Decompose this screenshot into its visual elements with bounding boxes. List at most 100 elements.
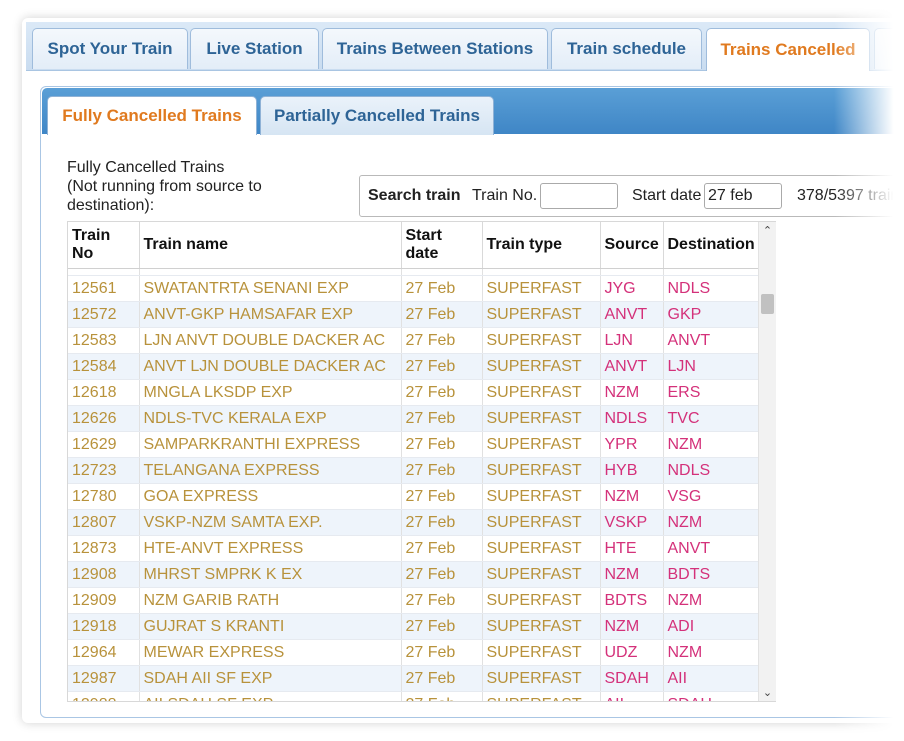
- cell-train-no: 12807: [68, 509, 140, 536]
- table-row[interactable]: 12572 ANVT-GKP HAMSAFAR EXP 27 Feb SUPERFAS…: [68, 301, 761, 328]
- table-row[interactable]: 12909 NZM GARIB RATH 27 Feb SUPERFAST BDTS NZ…: [68, 587, 761, 614]
- table-row[interactable]: 12873 HTE-ANVT EXPRESS 27 Feb SUPERFAST HTE A…: [68, 535, 761, 562]
- section-heading: Fully Cancelled Trains (Not running from…: [67, 158, 307, 215]
- cell-destination: ERS: [663, 379, 761, 406]
- cell-destination: GKP: [663, 301, 761, 328]
- cell-train-type: SUPERFAST: [482, 353, 601, 380]
- table-row[interactable]: 12629 SAMPARKRANTHI EXPRESS 27 Feb SUPERFAS…: [68, 431, 761, 458]
- cell-train-type: SUPERFAST: [482, 275, 601, 302]
- table-row[interactable]: 12908 MHRST SMPRK K EX 27 Feb SUPERFAST NZM B…: [68, 561, 761, 588]
- table-row[interactable]: 12561 SWATANTRTA SENANI EXP 27 Feb SUPERFAS…: [68, 275, 761, 302]
- cell-start-date: 27 Feb: [401, 275, 483, 302]
- table-row[interactable]: 12780 GOA EXPRESS 27 Feb SUPERFAST NZM VSG: [68, 483, 761, 510]
- train-no-label: Train No.: [472, 187, 538, 204]
- cell-destination: NZM: [663, 431, 761, 458]
- tab-next-partial[interactable]: [874, 28, 904, 69]
- cell-train-no: 12584: [68, 353, 140, 380]
- cell-train-type: SUPERFAST: [482, 457, 601, 484]
- start-date-label: Start date: [632, 187, 702, 204]
- cell-train-no: 12909: [68, 587, 140, 614]
- table-row[interactable]: 12626 NDLS-TVC KERALA EXP 27 Feb SUPERFAST N…: [68, 405, 761, 432]
- cell-train-type: SUPERFAST: [482, 483, 601, 510]
- cell-train-name: MEWAR EXPRESS: [139, 639, 402, 666]
- start-date-input[interactable]: [704, 183, 782, 209]
- col-header-source[interactable]: Source: [600, 222, 664, 269]
- table-row[interactable]: 12618 MNGLA LKSDP EXP 27 Feb SUPERFAST NZM ER…: [68, 379, 761, 406]
- train-count: 378/5397 trains: [797, 187, 904, 204]
- cell-source: SDAH: [600, 665, 664, 692]
- table-row[interactable]: 12583 LJN ANVT DOUBLE DACKER AC 27 Feb SUPE…: [68, 327, 761, 354]
- cell-train-name: HTE-ANVT EXPRESS: [139, 535, 402, 562]
- cell-destination: ANVT: [663, 327, 761, 354]
- cell-train-type: SUPERFAST: [482, 639, 601, 666]
- tab-train-schedule[interactable]: Train schedule: [551, 28, 702, 69]
- table-row[interactable]: 12918 GUJRAT S KRANTI 27 Feb SUPERFAST NZM AD…: [68, 613, 761, 640]
- cell-start-date: 27 Feb: [401, 561, 483, 588]
- cell-source: YPR: [600, 431, 664, 458]
- cell-train-type: SUPERFAST: [482, 691, 601, 701]
- tab-partially-cancelled[interactable]: Partially Cancelled Trains: [260, 96, 494, 135]
- col-header-train-no[interactable]: Train No: [68, 222, 140, 269]
- cell-destination: ADI: [663, 613, 761, 640]
- cell-train-no: 12572: [68, 301, 140, 328]
- tab-trains-between-stations[interactable]: Trains Between Stations: [322, 28, 548, 69]
- cell-train-no: 12629: [68, 431, 140, 458]
- cell-train-no: 12583: [68, 327, 140, 354]
- cell-train-no: 12987: [68, 665, 140, 692]
- col-header-destination[interactable]: Destination: [663, 222, 761, 269]
- scroll-down-icon[interactable]: ⌄: [759, 684, 776, 701]
- cell-destination: NZM: [663, 509, 761, 536]
- tab-spot-your-train[interactable]: Spot Your Train: [32, 28, 188, 69]
- cell-train-no: 12780: [68, 483, 140, 510]
- cell-train-name: TELANGANA EXPRESS: [139, 457, 402, 484]
- cell-train-name: NZM GARIB RATH: [139, 587, 402, 614]
- col-header-train-type[interactable]: Train type: [482, 222, 601, 269]
- cell-destination: SDAH: [663, 691, 761, 701]
- tab-fully-cancelled[interactable]: Fully Cancelled Trains: [47, 96, 257, 135]
- scroll-up-icon[interactable]: ⌃: [759, 222, 776, 239]
- cell-train-name: NDLS-TVC KERALA EXP: [139, 405, 402, 432]
- col-header-train-name[interactable]: Train name: [139, 222, 402, 269]
- cell-train-type: SUPERFAST: [482, 587, 601, 614]
- cell-start-date: 27 Feb: [401, 379, 483, 406]
- cell-train-type: SUPERFAST: [482, 509, 601, 536]
- cell-source: NZM: [600, 561, 664, 588]
- cell-source: HYB: [600, 457, 664, 484]
- table-row[interactable]: 12807 VSKP-NZM SAMTA EXP. 27 Feb SUPERFAST V…: [68, 509, 761, 536]
- table-row[interactable]: 12964 MEWAR EXPRESS 27 Feb SUPERFAST UDZ NZM: [68, 639, 761, 666]
- cell-source: AII: [600, 691, 664, 701]
- table-header-row: Train No Train name Start date Train typ…: [68, 222, 761, 269]
- cell-train-no: 12988: [68, 691, 140, 701]
- cell-train-name: SWATANTRTA SENANI EXP: [139, 275, 402, 302]
- col-header-start-date[interactable]: Start date: [401, 222, 483, 269]
- cell-destination: TVC: [663, 405, 761, 432]
- cell-source: ANVT: [600, 353, 664, 380]
- cell-destination: NZM: [663, 587, 761, 614]
- table-row[interactable]: 12584 ANVT LJN DOUBLE DACKER AC 27 Feb SUPE…: [68, 353, 761, 380]
- table-row[interactable]: 12987 SDAH AII SF EXP 27 Feb SUPERFAST SDAH A…: [68, 665, 761, 692]
- cell-source: JYG: [600, 275, 664, 302]
- cell-train-name: SAMPARKRANTHI EXPRESS: [139, 431, 402, 458]
- table-scrollbar[interactable]: ⌃ ⌄: [758, 222, 776, 701]
- cell-train-type: SUPERFAST: [482, 431, 601, 458]
- cell-source: NZM: [600, 379, 664, 406]
- cell-train-type: SUPERFAST: [482, 327, 601, 354]
- scroll-thumb[interactable]: [761, 294, 774, 314]
- table-row[interactable]: 12988AII SDAH SF EXP27 FebSUPERFASTAIISD…: [68, 691, 761, 701]
- tab-live-station[interactable]: Live Station: [190, 28, 319, 69]
- search-train-label: Search train: [368, 187, 461, 204]
- train-no-input[interactable]: [540, 183, 618, 209]
- cell-destination: ANVT: [663, 535, 761, 562]
- table-row[interactable]: 12723 TELANGANA EXPRESS 27 Feb SUPERFAST HYB…: [68, 457, 761, 484]
- cell-source: ANVT: [600, 301, 664, 328]
- cell-start-date: 27 Feb: [401, 639, 483, 666]
- cell-train-name: SDAH AII SF EXP: [139, 665, 402, 692]
- cell-train-name: VSKP-NZM SAMTA EXP.: [139, 509, 402, 536]
- cell-train-type: SUPERFAST: [482, 405, 601, 432]
- cell-destination: NDLS: [663, 275, 761, 302]
- cell-train-type: SUPERFAST: [482, 613, 601, 640]
- tab-trains-cancelled[interactable]: Trains Cancelled: [706, 28, 870, 71]
- cell-start-date: 27 Feb: [401, 327, 483, 354]
- cell-train-no: 12723: [68, 457, 140, 484]
- cell-source: HTE: [600, 535, 664, 562]
